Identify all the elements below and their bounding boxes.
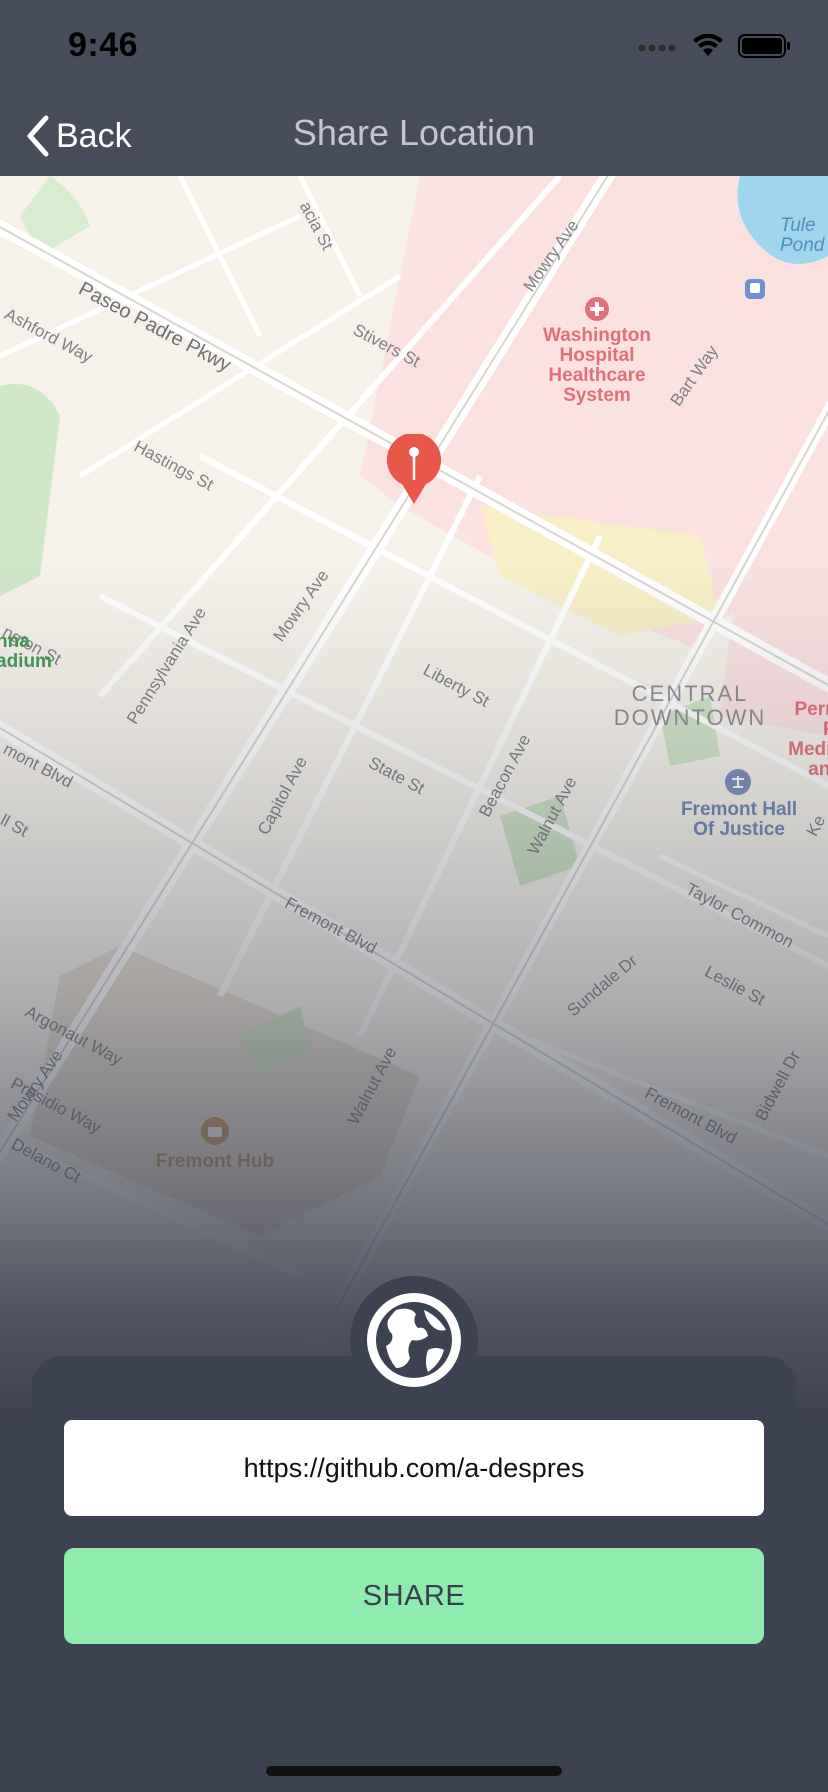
status-bar: 9:46 [0, 0, 828, 100]
page-title: Share Location [292, 112, 536, 153]
justice-label: Fremont Hall Of Justice [680, 799, 798, 840]
district-label: CENTRAL DOWNTOWN [613, 681, 767, 730]
status-time: 9:46 [68, 26, 139, 64]
kaiser-label: K Perm Fr Medic and [788, 699, 828, 780]
transit-icon [745, 279, 765, 299]
share-button[interactable]: SHARE [64, 1548, 764, 1644]
location-pin-icon [387, 434, 441, 504]
hub-label: Fremont Hub [155, 1151, 275, 1172]
hospital-icon [585, 297, 609, 321]
home-indicator [266, 1766, 562, 1776]
wifi-icon [693, 34, 723, 56]
pond-label: Tule Pond [780, 215, 825, 256]
shopping-icon [201, 1117, 229, 1145]
battery-icon [738, 34, 790, 58]
justice-icon [725, 769, 751, 795]
url-input[interactable] [64, 1420, 764, 1516]
status-icons [638, 34, 792, 58]
cellular-signal-icon [638, 44, 676, 52]
stadium-label: nna adium [0, 631, 52, 672]
globe-icon [367, 1293, 461, 1387]
navigation-bar: Back Share Location [0, 100, 828, 176]
hospital-label: Washington Hospital Healthcare System [543, 325, 651, 406]
